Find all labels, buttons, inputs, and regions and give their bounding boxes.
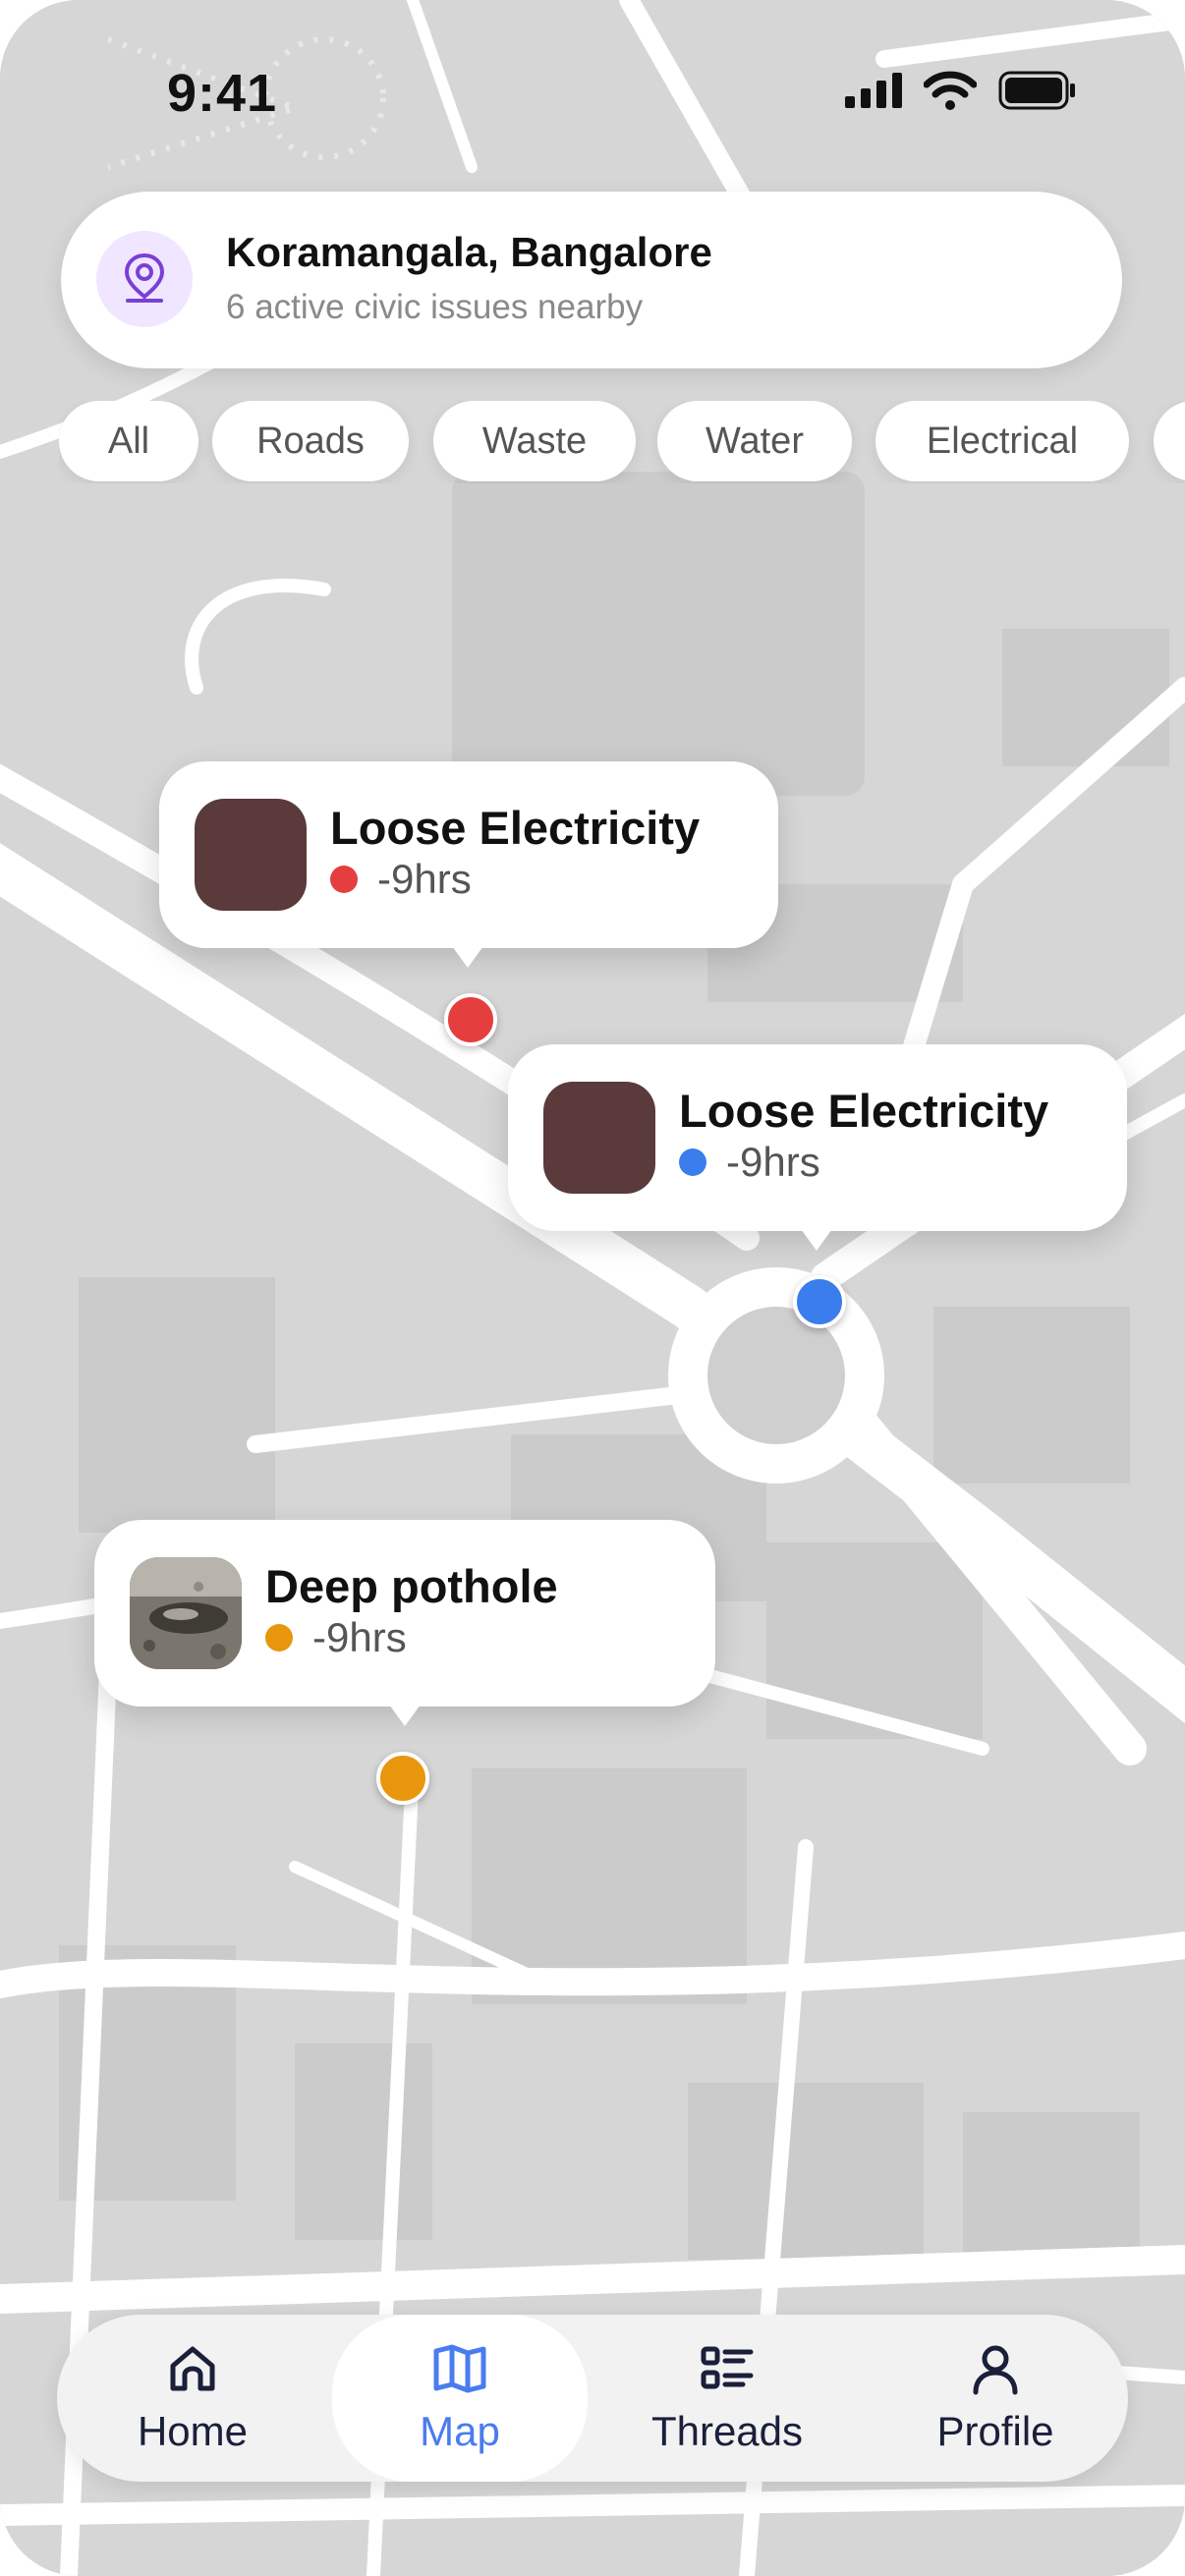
issue-thumbnail xyxy=(543,1082,655,1194)
location-card[interactable]: Koramangala, Bangalore 6 active civic is… xyxy=(61,192,1122,368)
issue-title: Deep pothole xyxy=(265,1560,558,1612)
popup-tail xyxy=(452,946,483,968)
location-title: Koramangala, Bangalore xyxy=(226,229,712,275)
filter-chip-roads[interactable]: Roads xyxy=(212,401,409,481)
issue-meta: -9hrs xyxy=(265,1614,407,1661)
nav-profile[interactable]: Profile xyxy=(863,2315,1128,2482)
popup-tail xyxy=(801,1229,832,1251)
signal-icon xyxy=(845,73,902,108)
issue-popup[interactable]: Loose Electricity -9hrs xyxy=(508,1044,1127,1251)
threads-icon xyxy=(701,2346,754,2389)
status-time: 9:41 xyxy=(167,64,278,123)
status-bar: 9:41 xyxy=(0,0,1185,187)
issue-popup[interactable]: Deep pothole -9hrs xyxy=(94,1520,715,1726)
nav-threads-label: Threads xyxy=(650,2408,804,2454)
wifi-icon xyxy=(924,71,977,110)
filter-chip-water[interactable]: Water xyxy=(657,401,852,481)
status-dot xyxy=(330,866,358,893)
issue-meta: -9hrs xyxy=(330,856,472,903)
map-icon xyxy=(433,2344,486,2393)
issue-time: -9hrs xyxy=(726,1139,820,1185)
bottom-nav: Home Map Threads Profile xyxy=(57,2315,1128,2482)
status-icons xyxy=(845,71,1077,110)
filter-chips: All Roads Waste Water Electrical xyxy=(59,401,1185,483)
issue-marker[interactable] xyxy=(793,1275,846,1328)
location-subtitle: 6 active civic issues nearby xyxy=(226,288,644,326)
issue-meta: -9hrs xyxy=(679,1139,820,1186)
issue-thumbnail xyxy=(195,799,307,911)
map-canvas[interactable] xyxy=(0,0,1185,2576)
phone-screen: 9:41 Koramangala, Bangalore 6 active civ… xyxy=(0,0,1185,2576)
issue-title: Loose Electricity xyxy=(330,802,701,854)
filter-chip-more[interactable] xyxy=(1154,401,1185,481)
pothole-photo xyxy=(130,1557,242,1669)
nav-threads[interactable]: Threads xyxy=(593,2315,861,2482)
home-icon xyxy=(170,2346,215,2391)
issue-title: Loose Electricity xyxy=(679,1085,1049,1137)
issue-time: -9hrs xyxy=(377,856,472,902)
battery-icon xyxy=(998,71,1075,110)
issue-popup[interactable]: Loose Electricity -9hrs xyxy=(159,761,778,968)
issue-marker[interactable] xyxy=(376,1752,429,1805)
nav-map[interactable]: Map xyxy=(332,2315,588,2482)
filter-chip-electrical[interactable]: Electrical xyxy=(875,401,1129,481)
status-dot xyxy=(265,1624,293,1652)
filter-chip-all[interactable]: All xyxy=(59,401,198,481)
profile-icon xyxy=(973,2345,1018,2395)
issue-marker[interactable] xyxy=(444,993,497,1046)
nav-profile-label: Profile xyxy=(936,2408,1054,2454)
popup-tail xyxy=(389,1705,421,1726)
nav-map-label: Map xyxy=(420,2408,500,2454)
filter-chip-waste[interactable]: Waste xyxy=(433,401,636,481)
nav-home[interactable]: Home xyxy=(57,2315,328,2482)
issue-time: -9hrs xyxy=(312,1614,407,1660)
location-pin-icon xyxy=(96,231,193,327)
status-dot xyxy=(679,1148,706,1176)
nav-home-label: Home xyxy=(137,2408,249,2454)
